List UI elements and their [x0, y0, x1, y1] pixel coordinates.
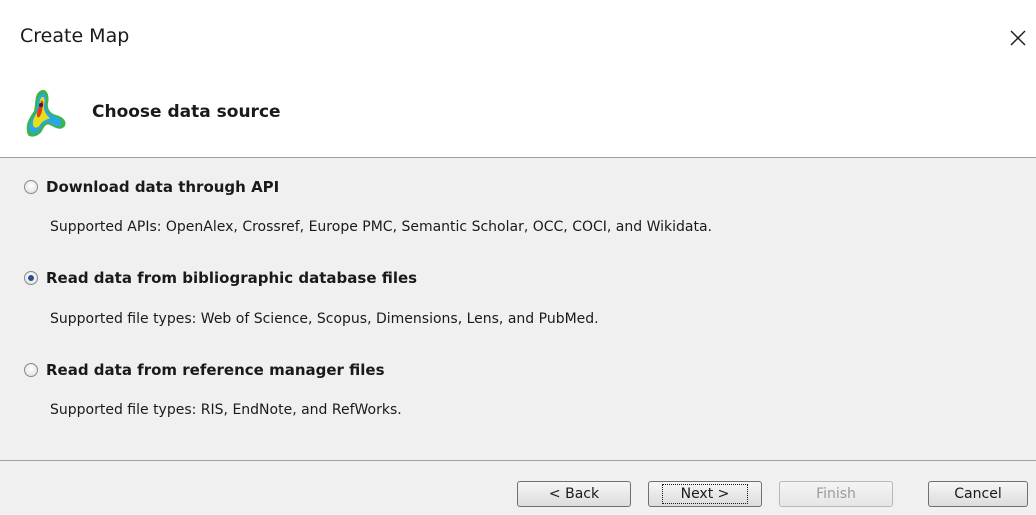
cancel-button[interactable]: Cancel — [928, 481, 1028, 507]
option-api[interactable]: Download data through API — [24, 178, 279, 196]
button-bar: < Back Next > Finish Cancel — [0, 461, 1036, 515]
option-reference-manager-label: Read data from reference manager files — [46, 361, 385, 379]
back-button-label: < Back — [548, 486, 600, 502]
option-api-description: Supported APIs: OpenAlex, Crossref, Euro… — [50, 219, 712, 235]
option-reference-manager[interactable]: Read data from reference manager files — [24, 361, 385, 379]
back-button[interactable]: < Back — [517, 481, 631, 507]
option-database-files[interactable]: Read data from bibliographic database fi… — [24, 269, 417, 287]
next-button-label: Next > — [661, 484, 749, 504]
finish-button-label: Finish — [816, 486, 856, 502]
next-button[interactable]: Next > — [648, 481, 762, 507]
title-bar: Create Map — [0, 0, 1036, 78]
radio-api[interactable] — [24, 180, 38, 194]
wizard-header: Choose data source — [0, 78, 1036, 156]
option-api-label: Download data through API — [46, 178, 280, 196]
cancel-button-label: Cancel — [954, 486, 1002, 502]
finish-button[interactable]: Finish — [779, 481, 893, 507]
option-reference-manager-description: Supported file types: RIS, EndNote, and … — [50, 402, 402, 418]
window-title: Create Map — [20, 25, 130, 47]
options-panel: Download data through API Supported APIs… — [0, 158, 1036, 460]
vosviewer-logo-icon — [26, 89, 66, 137]
close-icon — [1010, 30, 1026, 46]
option-database-files-description: Supported file types: Web of Science, Sc… — [50, 311, 599, 327]
radio-database-files[interactable] — [24, 271, 38, 285]
close-button[interactable] — [1000, 20, 1036, 56]
option-database-files-label: Read data from bibliographic database fi… — [46, 269, 418, 287]
page-title: Choose data source — [92, 102, 281, 122]
create-map-dialog: Create Map Choose data source Download d… — [0, 0, 1036, 515]
radio-reference-manager[interactable] — [24, 363, 38, 377]
